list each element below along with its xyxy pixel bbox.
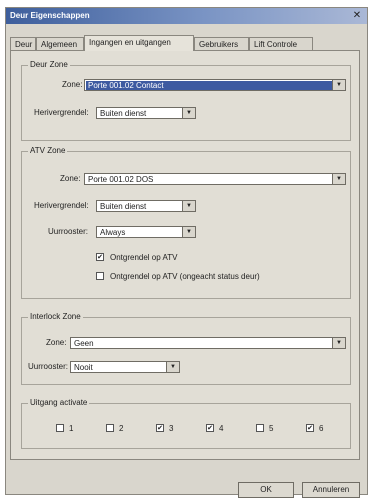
door-zone-legend: Deur Zone — [28, 60, 70, 69]
output-6-label: 6 — [319, 424, 324, 433]
atv-relock-value: Buiten dienst — [100, 202, 147, 211]
tab-strip: Deur Algemeen Ingangen en uitgangen Gebr… — [10, 35, 360, 51]
output-6-checkbox[interactable]: ✔ — [306, 424, 314, 432]
chevron-down-icon[interactable]: ▼ — [332, 338, 345, 348]
output-activation-group: Uitgang activate 1 2 ✔ 3 ✔ 4 5 ✔ 6 — [21, 398, 351, 449]
door-zone-label: Zone: — [62, 80, 83, 89]
output-1-checkbox[interactable] — [56, 424, 64, 432]
chevron-down-icon[interactable]: ▼ — [166, 362, 179, 372]
interlock-zone-value: Geen — [74, 339, 94, 348]
door-properties-dialog: Deur Eigenschappen ✕ Deur Algemeen Ingan… — [5, 7, 368, 498]
atv-schedule-value: Always — [100, 228, 126, 237]
output-2-checkbox[interactable] — [106, 424, 114, 432]
cancel-button[interactable]: Annuleren — [302, 482, 360, 498]
tab-algemeen[interactable]: Algemeen — [36, 37, 84, 50]
output-3-checkbox[interactable]: ✔ — [156, 424, 164, 432]
unlock-atv-label: Ontgrendel op ATV — [110, 253, 178, 262]
output-4-checkbox[interactable]: ✔ — [206, 424, 214, 432]
chevron-down-icon[interactable]: ▼ — [332, 174, 345, 184]
atv-relock-label: Herivergrendel: — [34, 201, 89, 210]
output-1-label: 1 — [69, 424, 74, 433]
door-zone-group: Deur Zone Zone: Porte 001.02 Contact ▼ H… — [21, 60, 351, 141]
unlock-atv-ignore-checkbox[interactable] — [96, 272, 104, 280]
interlock-zone-group: Interlock Zone Zone: Geen ▼ Uurrooster: … — [21, 312, 351, 385]
tab-ingangen-uitgangen[interactable]: Ingangen en uitgangen — [84, 35, 194, 51]
interlock-zone-label: Zone: — [46, 338, 67, 347]
atv-zone-label: Zone: — [60, 174, 81, 183]
chevron-down-icon[interactable]: ▼ — [182, 108, 195, 118]
interlock-schedule-select[interactable]: Nooit ▼ — [70, 361, 180, 373]
atv-zone-group: ATV Zone Zone: Porte 001.02 DOS ▼ Herive… — [21, 146, 351, 299]
door-relock-label: Herivergrendel: — [34, 108, 89, 117]
output-2-label: 2 — [119, 424, 124, 433]
window-title: Deur Eigenschappen — [10, 11, 90, 20]
chevron-down-icon[interactable]: ▼ — [332, 80, 345, 90]
atv-relock-select[interactable]: Buiten dienst ▼ — [96, 200, 196, 212]
interlock-zone-legend: Interlock Zone — [28, 312, 83, 321]
output-3-label: 3 — [169, 424, 174, 433]
chevron-down-icon[interactable]: ▼ — [182, 201, 195, 211]
unlock-atv-ignore-label: Ontgrendel op ATV (ongeacht status deur) — [110, 272, 260, 281]
atv-zone-value: Porte 001.02 DOS — [88, 175, 154, 184]
chevron-down-icon[interactable]: ▼ — [182, 227, 195, 237]
atv-zone-legend: ATV Zone — [28, 146, 68, 155]
output-4-label: 4 — [219, 424, 224, 433]
ok-button[interactable]: OK — [238, 482, 294, 498]
interlock-schedule-value: Nooit — [74, 363, 93, 372]
door-zone-select[interactable]: Porte 001.02 Contact ▼ — [84, 79, 346, 91]
door-relock-select[interactable]: Buiten dienst ▼ — [96, 107, 196, 119]
tab-panel: Deur Zone Zone: Porte 001.02 Contact ▼ H… — [10, 50, 360, 460]
output-5-label: 5 — [269, 424, 274, 433]
door-relock-value: Buiten dienst — [100, 109, 147, 118]
door-zone-value: Porte 001.02 Contact — [86, 81, 334, 90]
tab-gebruikers[interactable]: Gebruikers — [194, 37, 249, 50]
interlock-zone-select[interactable]: Geen ▼ — [70, 337, 346, 349]
output-5-checkbox[interactable] — [256, 424, 264, 432]
close-icon[interactable]: ✕ — [351, 10, 363, 21]
atv-schedule-select[interactable]: Always ▼ — [96, 226, 196, 238]
atv-schedule-label: Uurrooster: — [48, 227, 89, 236]
title-bar[interactable]: Deur Eigenschappen ✕ — [6, 8, 367, 24]
tab-lift-controle[interactable]: Lift Controle — [249, 37, 313, 50]
atv-zone-select[interactable]: Porte 001.02 DOS ▼ — [84, 173, 346, 185]
output-activation-legend: Uitgang activate — [28, 398, 90, 407]
unlock-atv-checkbox[interactable]: ✔ — [96, 253, 104, 261]
interlock-schedule-label: Uurrooster: — [28, 362, 69, 371]
tab-deur[interactable]: Deur — [10, 37, 36, 50]
